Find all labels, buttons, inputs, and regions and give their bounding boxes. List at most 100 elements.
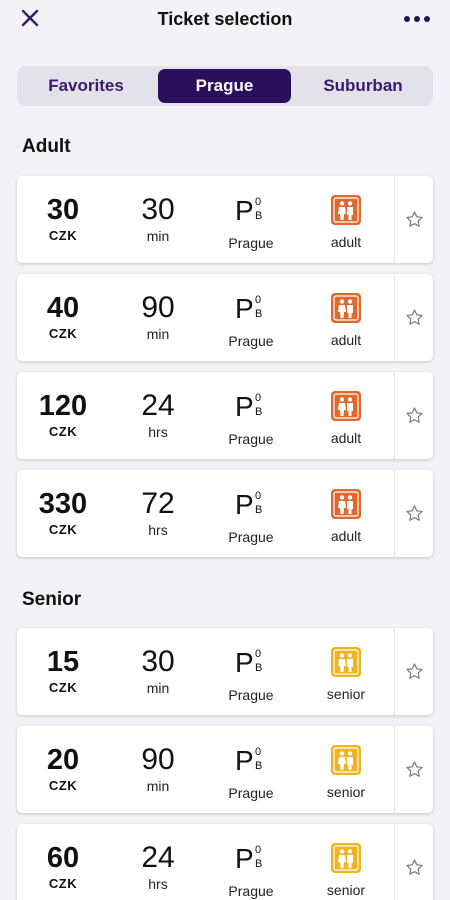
duration-unit: min [146, 228, 170, 244]
zone-name: Prague [228, 687, 274, 703]
zone-letter: P [235, 647, 254, 678]
ticket-price: 15 CZK [17, 646, 109, 695]
passenger-label: senior [326, 784, 366, 800]
star-icon [406, 663, 423, 679]
zone-subscript: B [255, 210, 263, 222]
zone-code: P0 B [235, 294, 267, 326]
zone-name: Prague [228, 431, 274, 447]
tab-favorites[interactable]: Favorites [21, 69, 151, 103]
favorite-button[interactable] [394, 628, 433, 715]
zone-letter: P [235, 391, 254, 422]
zone-subscript: B [255, 858, 263, 870]
zone-superscript: 0 [255, 196, 262, 208]
price-value: 60 [46, 842, 80, 874]
ticket-price: 60 CZK [17, 842, 109, 891]
ticket-zone: P 0 B Prague [211, 746, 291, 802]
duration-value: 90 [141, 743, 175, 776]
ticket-card[interactable]: 30 CZK 30 min P 0 B Prague adult [17, 176, 433, 263]
price-value: 330 [38, 488, 88, 520]
tab-suburban[interactable]: Suburban [297, 69, 429, 103]
zone-superscript: 0 [255, 844, 262, 856]
more-dots-icon [404, 16, 430, 22]
zone-letter: P [235, 489, 254, 520]
page-title: Ticket selection [157, 9, 293, 29]
star-icon [406, 309, 423, 325]
duration-unit: hrs [148, 424, 168, 440]
price-currency: CZK [48, 876, 78, 891]
adult-passenger-icon [331, 293, 361, 323]
ticket-card[interactable]: 120 CZK 24 hrs P 0 B Prague adult [17, 372, 433, 459]
price-currency: CZK [48, 680, 78, 695]
ticket-duration: 30 min [113, 194, 203, 245]
price-value: 40 [46, 292, 80, 324]
adult-passenger-icon [331, 195, 361, 225]
duration-value: 90 [141, 291, 175, 324]
star-icon [406, 211, 423, 227]
zone-name: Prague [228, 785, 274, 801]
zone-subscript: B [255, 308, 263, 320]
ticket-duration: 30 min [113, 645, 203, 697]
ticket-duration: 24 hrs [113, 389, 203, 441]
more-options-button[interactable] [402, 8, 432, 30]
top-bar: Ticket selection [0, 0, 450, 44]
favorite-button[interactable] [394, 274, 433, 361]
duration-value: 24 [141, 841, 175, 874]
section-title: Adult [22, 136, 71, 157]
price-value: 30 [46, 194, 80, 226]
duration-value: 72 [141, 487, 175, 520]
ticket-price: 40 CZK [17, 292, 109, 341]
ticket-zone: P 0 B Prague [211, 391, 291, 448]
zone-superscript: 0 [255, 648, 262, 660]
star-icon [406, 505, 423, 521]
duration-unit: min [146, 778, 170, 794]
ticket-card[interactable]: 15 CZK 30 min P 0 B Prague senior [17, 628, 433, 715]
zone-code: P0 B [235, 196, 267, 228]
tab-prague[interactable]: Prague [158, 69, 291, 103]
zone-subscript: B [255, 662, 263, 674]
passenger-label: adult [330, 430, 362, 446]
zone-code: P0 B [235, 490, 267, 522]
price-currency: CZK [48, 228, 78, 243]
favorite-button[interactable] [394, 726, 433, 813]
adult-passenger-icon [331, 489, 361, 519]
zone-tabs: Favorites Prague Suburban [17, 66, 433, 106]
zone-superscript: 0 [255, 746, 262, 758]
ticket-card[interactable]: 330 CZK 72 hrs P 0 B Prague adult [17, 470, 433, 557]
zone-subscript: B [255, 760, 263, 772]
price-currency: CZK [48, 326, 78, 341]
ticket-duration: 24 hrs [113, 841, 203, 893]
zone-letter: P [235, 195, 254, 226]
ticket-duration: 90 min [113, 743, 203, 795]
duration-value: 30 [141, 645, 175, 678]
favorite-button[interactable] [394, 824, 433, 900]
zone-subscript: B [255, 406, 263, 418]
favorite-button[interactable] [394, 372, 433, 459]
zone-letter: P [235, 843, 254, 874]
zone-name: Prague [228, 235, 274, 251]
zone-name: Prague [228, 333, 274, 349]
ticket-card[interactable]: 20 CZK 90 min P 0 B Prague senior [17, 726, 433, 813]
star-icon [406, 407, 423, 423]
zone-subscript: B [255, 504, 263, 516]
zone-superscript: 0 [255, 392, 262, 404]
ticket-price: 20 CZK [17, 744, 109, 793]
price-currency: CZK [48, 424, 78, 439]
price-value: 15 [46, 646, 80, 678]
favorite-button[interactable] [394, 470, 433, 557]
favorite-button[interactable] [394, 176, 433, 263]
zone-superscript: 0 [255, 294, 262, 306]
zone-letter: P [235, 745, 254, 776]
ticket-zone: P 0 B Prague [211, 843, 291, 900]
ticket-card[interactable]: 40 CZK 90 min P 0 B Prague adult [17, 274, 433, 361]
duration-unit: hrs [148, 876, 168, 892]
duration-unit: min [146, 326, 170, 342]
price-value: 20 [46, 744, 80, 776]
ticket-card[interactable]: 60 CZK 24 hrs P 0 B Prague senior [17, 824, 433, 900]
ticket-zone: P 0 B Prague [211, 196, 291, 252]
passenger-label: adult [330, 332, 362, 348]
ticket-duration: 72 hrs [113, 487, 203, 539]
duration-value: 24 [141, 389, 175, 422]
zone-code: P0 B [235, 746, 267, 778]
passenger-label: senior [326, 686, 366, 702]
passenger-type: adult [309, 195, 383, 250]
